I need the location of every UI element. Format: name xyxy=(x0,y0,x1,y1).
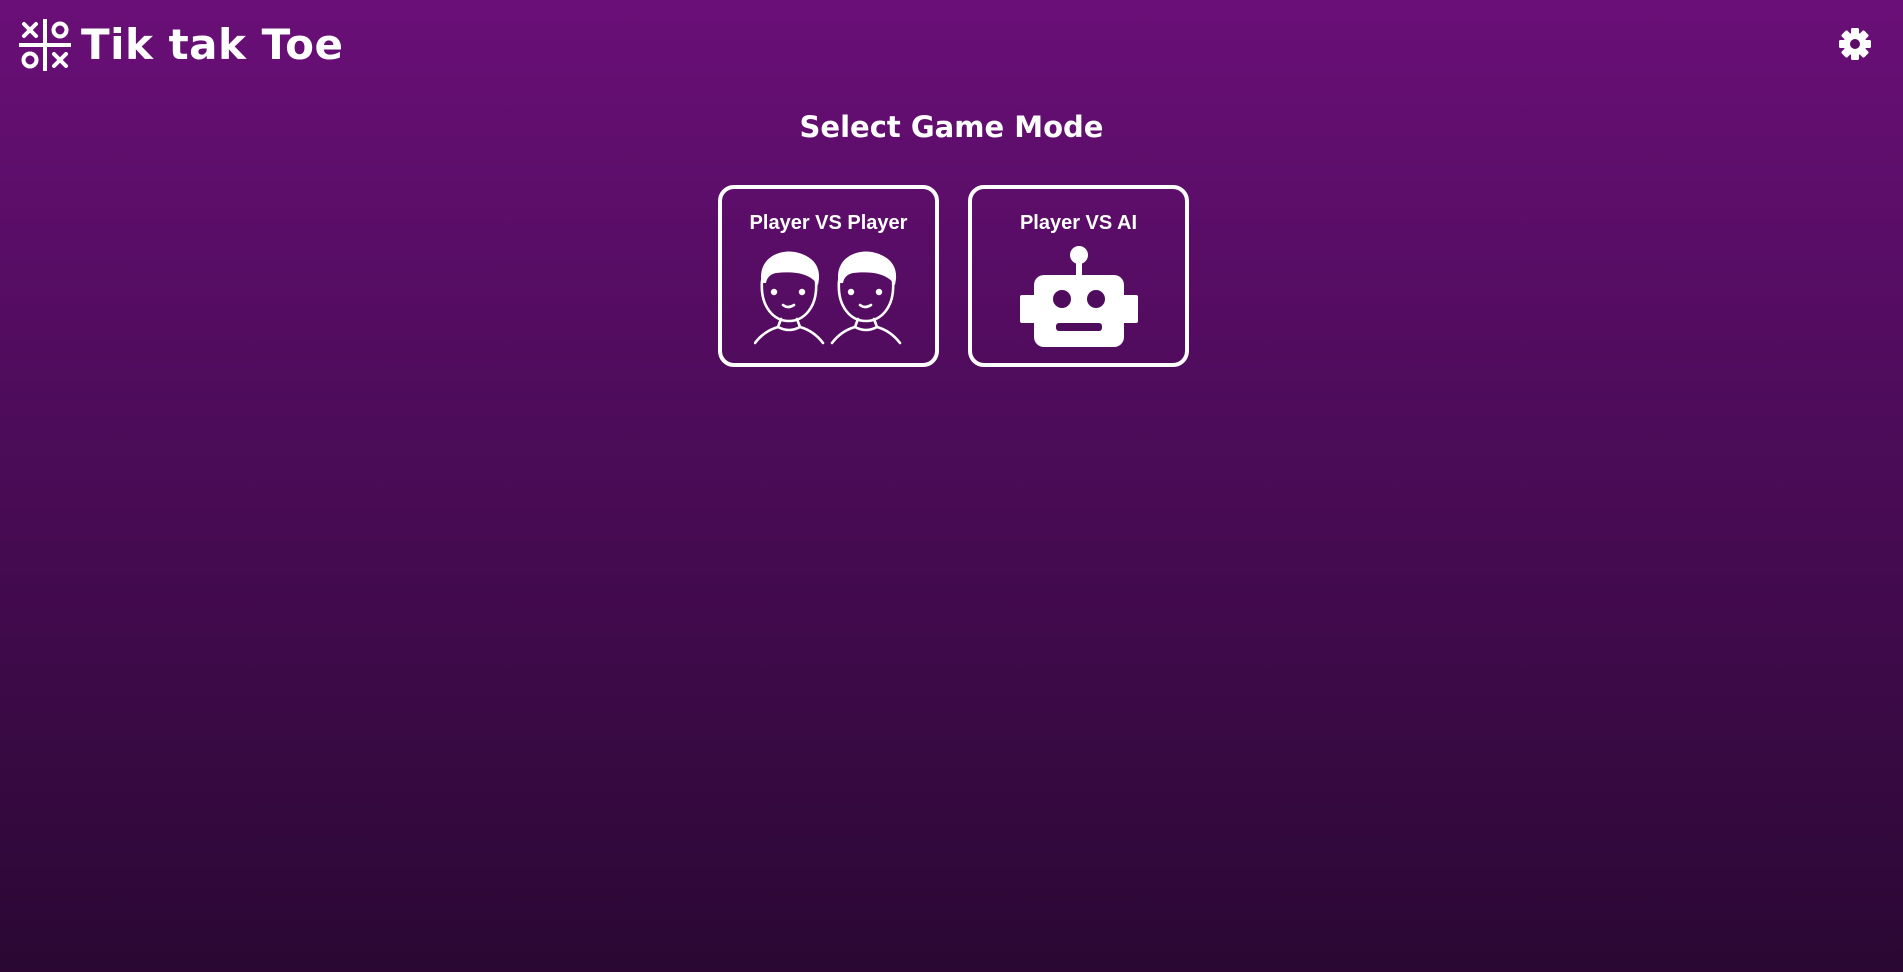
mode-label-pvp: Player VS Player xyxy=(749,212,908,234)
settings-button[interactable] xyxy=(1838,27,1872,61)
player-vs-ai-button[interactable]: Player VS AI xyxy=(968,185,1189,367)
two-players-icon xyxy=(753,251,901,345)
robot-icon xyxy=(1019,246,1138,347)
tic-tac-toe-board-icon xyxy=(19,19,71,71)
page-title: Select Game Mode xyxy=(799,110,1104,144)
gear-icon xyxy=(1839,28,1871,60)
header: Tik tak Toe xyxy=(0,0,1903,92)
player-vs-player-button[interactable]: Player VS Player xyxy=(718,185,939,367)
app-title: Tik tak Toe xyxy=(81,20,344,69)
mode-label-pva: Player VS AI xyxy=(1019,212,1138,234)
brand-logo[interactable]: Tik tak Toe xyxy=(19,19,343,71)
